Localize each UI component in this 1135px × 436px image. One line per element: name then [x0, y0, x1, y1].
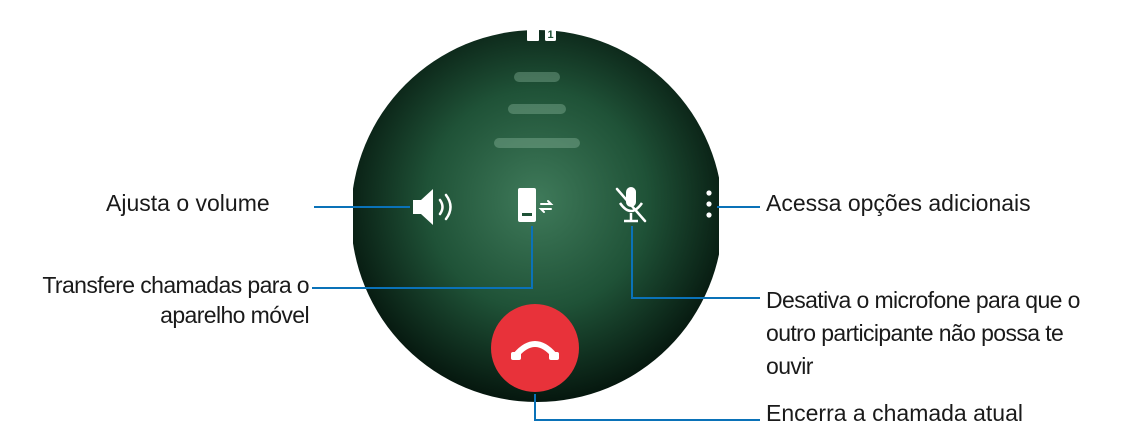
callout-transfer-line1: Transfere chamadas para o	[42, 272, 309, 298]
callout-mute-line1: Desativa o microfone para que o	[766, 287, 1080, 313]
callout-end-call-label: Encerra a chamada atual	[766, 400, 1023, 426]
callout-mute-label: Desativa o microfone para que o outro pa…	[766, 284, 1080, 383]
end-call-button[interactable]	[491, 304, 579, 392]
lock-icon	[527, 20, 539, 41]
more-vertical-icon[interactable]	[706, 190, 712, 218]
watch-screen: 1	[353, 20, 719, 402]
sim-icon: 1	[545, 25, 556, 41]
callout-mute-line2: outro participante não possa te	[766, 320, 1064, 346]
sim-badge: 1	[547, 29, 553, 41]
callout-options-label: Acessa opções adicionais	[766, 190, 1031, 216]
callout-transfer-line2: aparelho móvel	[160, 302, 309, 328]
callout-transfer-label: Transfere chamadas para o aparelho móvel	[42, 270, 309, 330]
callout-volume-label: Ajusta o volume	[106, 190, 270, 216]
callout-mute-line3: ouvir	[766, 353, 813, 379]
